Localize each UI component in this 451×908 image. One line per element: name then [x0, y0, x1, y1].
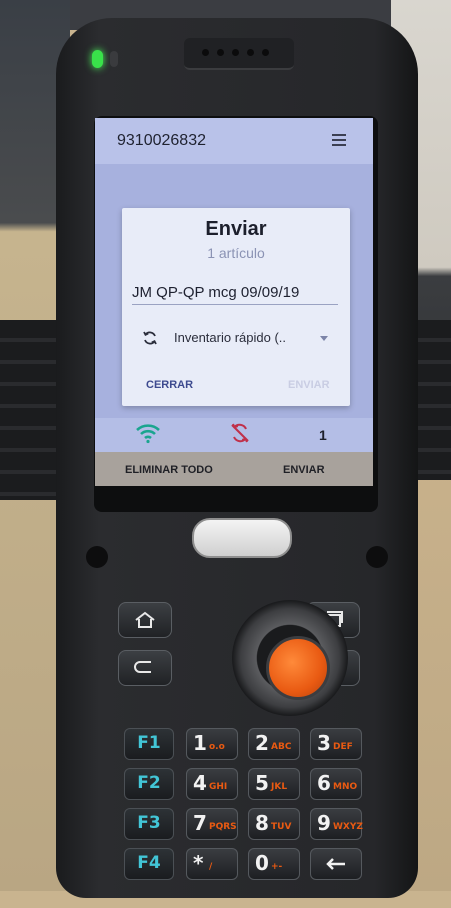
- home-icon: [135, 611, 155, 628]
- speaker-hole: [262, 49, 269, 56]
- side-screw: [86, 546, 108, 568]
- speaker-hole: [247, 49, 254, 56]
- key-number: *: [193, 851, 204, 875]
- key-number: 0: [255, 851, 269, 875]
- scanned-code: 9310026832: [117, 132, 206, 149]
- key-number: 5: [255, 771, 269, 795]
- device-screen: 9310026832 Enviar 1 artículo JM QP-QP mc…: [95, 118, 373, 486]
- name-field-value: JM QP-QP mcg 09/09/19: [132, 284, 300, 301]
- pending-count: 1: [319, 427, 327, 443]
- key-letters: GHI: [209, 782, 228, 792]
- key-letters: TUV: [271, 822, 292, 832]
- background-keyboard-left: [0, 320, 60, 500]
- key-number: 8: [255, 811, 269, 835]
- wifi-icon: [136, 424, 160, 444]
- hamburger-menu-icon[interactable]: [332, 134, 346, 146]
- key-0[interactable]: 0 +-: [248, 848, 300, 880]
- key-letters: JKL: [271, 782, 288, 792]
- backspace-key[interactable]: [310, 848, 362, 880]
- speaker-grille: [184, 38, 294, 70]
- scan-trigger-button[interactable]: [192, 518, 292, 558]
- side-screw: [366, 546, 388, 568]
- speaker-hole: [232, 49, 239, 56]
- key-2[interactable]: 2 ABC: [248, 728, 300, 760]
- center-scan-key[interactable]: [266, 636, 330, 700]
- back-key[interactable]: [118, 650, 172, 686]
- bottom-action-bar: ELIMINAR TODO ENVIAR: [95, 452, 373, 486]
- key-letters: /: [209, 862, 213, 872]
- name-field[interactable]: JM QP-QP mcg 09/09/19: [132, 282, 338, 305]
- sync-disabled-icon: [231, 423, 249, 443]
- key-number: 2: [255, 731, 269, 755]
- close-button[interactable]: CERRAR: [146, 379, 193, 391]
- f2-key[interactable]: F2: [124, 768, 174, 800]
- key-number: 6: [317, 771, 331, 795]
- key-9[interactable]: 9 WXYZ: [310, 808, 363, 840]
- send-button[interactable]: ENVIAR: [283, 464, 325, 476]
- status-row: 1: [95, 418, 373, 452]
- key-letters: o.o: [209, 742, 225, 752]
- key-star[interactable]: * /: [186, 848, 238, 880]
- key-letters: DEF: [333, 742, 353, 752]
- key-letters: +-: [271, 862, 283, 872]
- key-1[interactable]: 1 o.o: [186, 728, 238, 760]
- status-led: [92, 50, 103, 68]
- f2-key-label: F2: [137, 773, 161, 793]
- key-letters: PQRS: [209, 822, 237, 832]
- key-letters: MNO: [333, 782, 358, 792]
- sync-icon: [143, 331, 157, 345]
- key-6[interactable]: 6 MNO: [310, 768, 362, 800]
- key-4[interactable]: 4 GHI: [186, 768, 238, 800]
- f3-key[interactable]: F3: [124, 808, 174, 840]
- f1-key-label: F1: [137, 733, 161, 753]
- speaker-hole: [217, 49, 224, 56]
- send-dialog: Enviar 1 artículo JM QP-QP mcg 09/09/19 …: [122, 208, 350, 406]
- key-number: 3: [317, 731, 331, 755]
- key-3[interactable]: 3 DEF: [310, 728, 362, 760]
- home-key[interactable]: [118, 602, 172, 638]
- dialog-send-button[interactable]: ENVIAR: [288, 379, 330, 391]
- clear-all-button[interactable]: ELIMINAR TODO: [125, 464, 213, 476]
- f4-key-label: F4: [137, 853, 161, 873]
- back-icon: [134, 661, 151, 673]
- key-letters: WXYZ: [333, 822, 363, 832]
- chevron-down-icon[interactable]: [320, 336, 328, 341]
- key-8[interactable]: 8 TUV: [248, 808, 300, 840]
- app-bar: 9310026832: [95, 118, 373, 164]
- sync-mode-select[interactable]: Inventario rápido (..: [174, 330, 286, 345]
- background-keyboard-right: [416, 320, 451, 480]
- key-number: 9: [317, 811, 331, 835]
- key-number: 4: [193, 771, 207, 795]
- f1-key[interactable]: F1: [124, 728, 174, 760]
- key-5[interactable]: 5 JKL: [248, 768, 300, 800]
- key-number: 1: [193, 731, 207, 755]
- backspace-icon: [326, 858, 345, 870]
- key-letters: ABC: [271, 742, 292, 752]
- hardware-keypad: F1 F2 F3 F4 1 o.o 2 ABC 3 DEF 4 GHI 5 JKL 6 MN…: [104, 588, 372, 908]
- key-number: 7: [193, 811, 207, 835]
- f3-key-label: F3: [137, 813, 161, 833]
- status-led-off: [110, 51, 118, 67]
- speaker-hole: [202, 49, 209, 56]
- key-7[interactable]: 7 PQRS: [186, 808, 238, 840]
- dialog-item-count: 1 artículo: [207, 245, 265, 261]
- f4-key[interactable]: F4: [124, 848, 174, 880]
- dialog-title: Enviar: [205, 218, 267, 240]
